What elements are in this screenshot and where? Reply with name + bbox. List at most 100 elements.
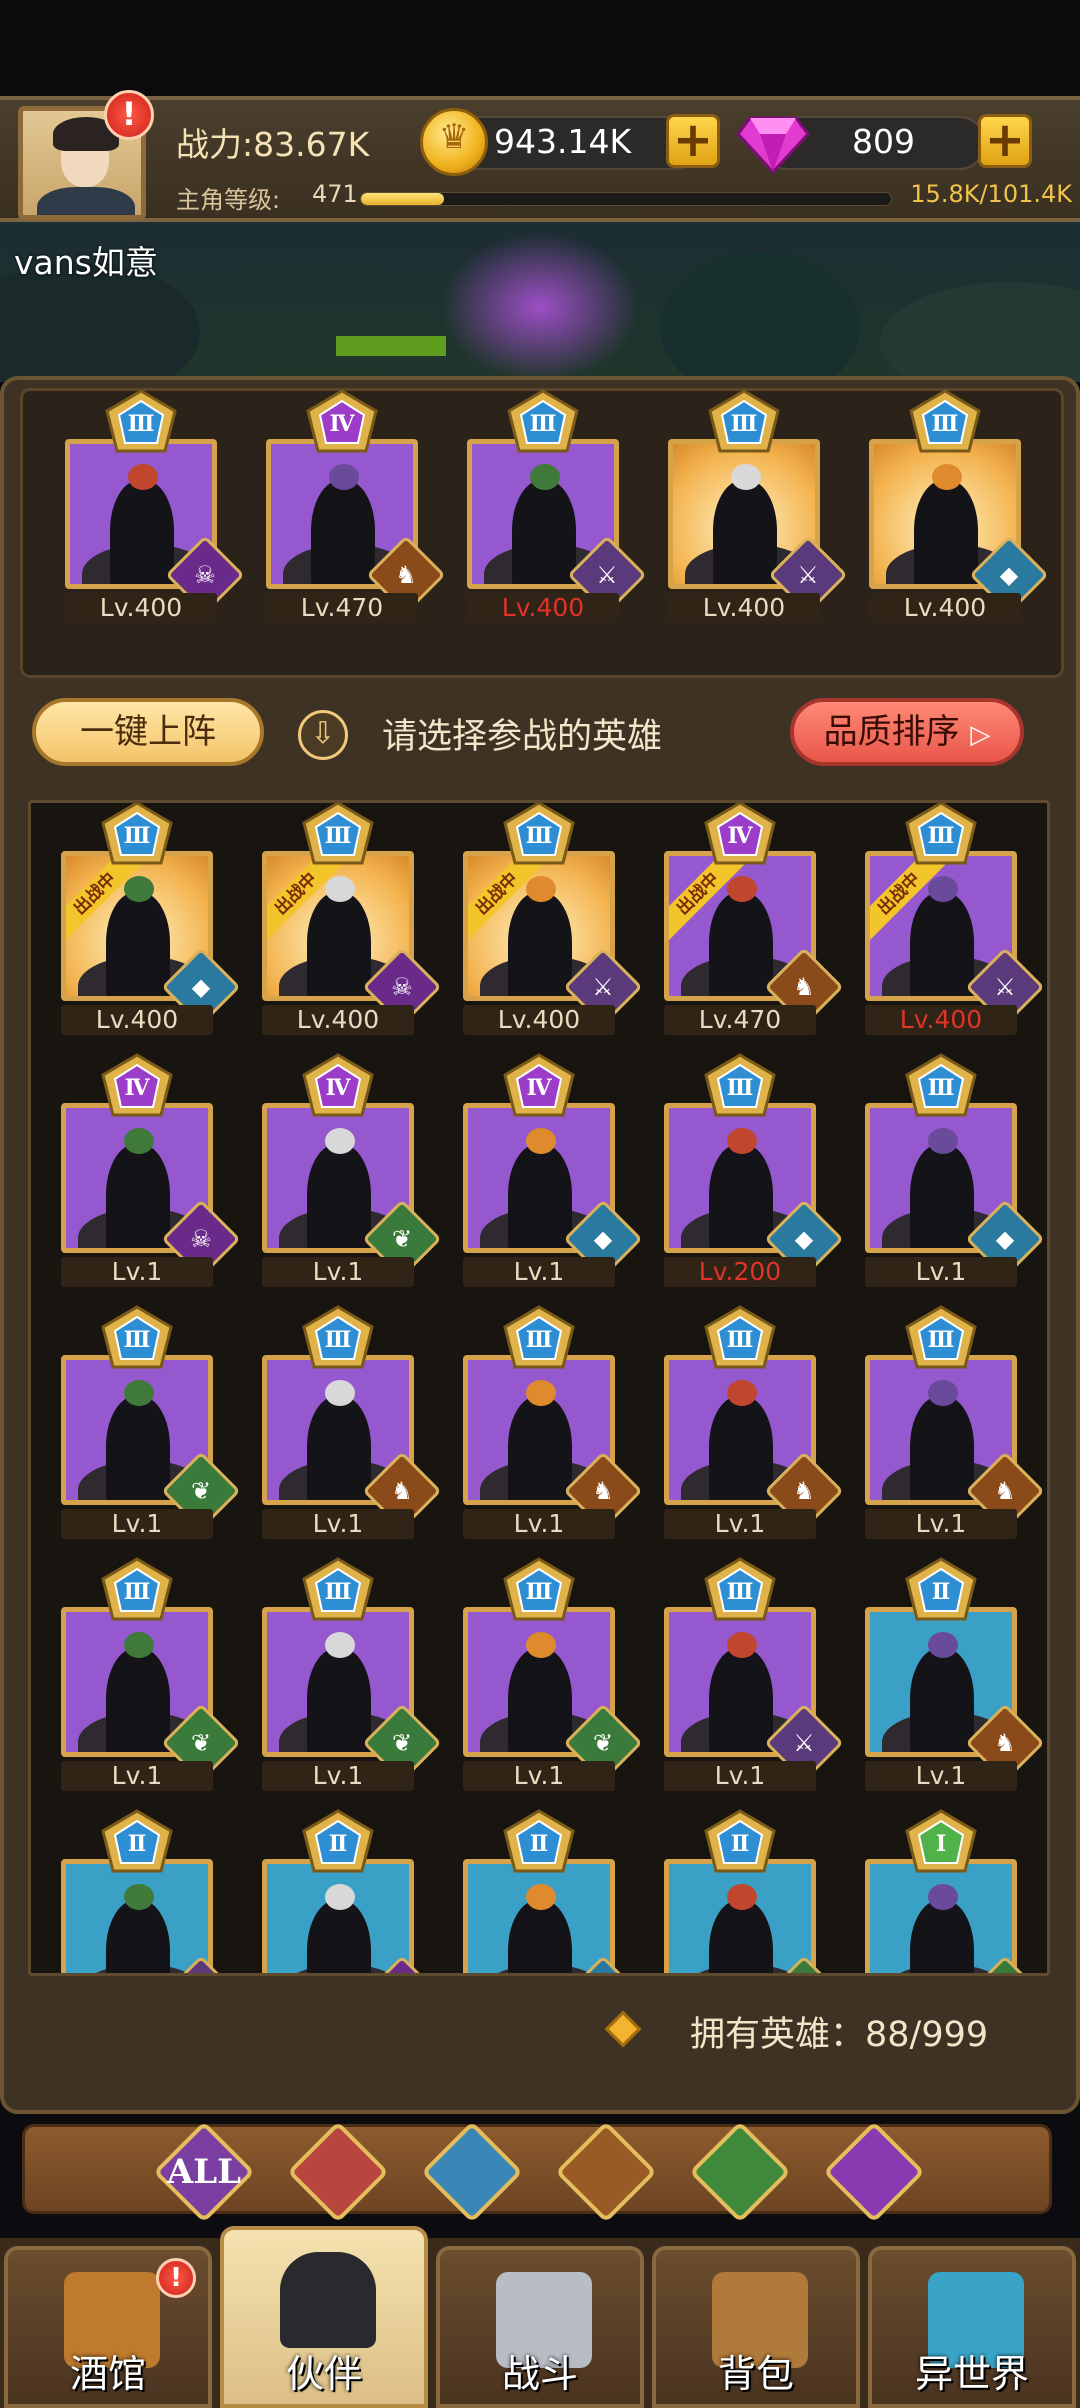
tier-numeral: Ⅲ [726, 1327, 754, 1353]
roster-hero-card[interactable]: Ⅱ☠ [260, 1809, 442, 1973]
hero-level: Lv.1 [61, 1509, 213, 1539]
filter-naga-button[interactable] [421, 2121, 523, 2223]
hero-figure [914, 480, 978, 584]
hero-figure [508, 1900, 572, 1973]
roster-hero-card[interactable]: Ⅲ ♞ Lv.1 [662, 1305, 844, 1541]
filter-beast-button[interactable] [555, 2121, 657, 2223]
roster-hero-card[interactable]: Ⅱ◆ [461, 1809, 643, 1973]
avatar-alert-icon: ! [104, 90, 154, 140]
roster-hero-card[interactable]: 出战中 Ⅲ ⚔ Lv.400 [461, 803, 643, 1037]
scene-tree [660, 252, 860, 382]
auto-lineup-button[interactable]: 一键上阵 [32, 698, 264, 766]
roster-hero-card[interactable]: Ⅲ ♞ Lv.1 [260, 1305, 442, 1541]
hero-accent [928, 1632, 958, 1658]
roster-hero-card[interactable]: Ⅱ⚔ [59, 1809, 241, 1973]
demon-faction-icon [823, 2121, 925, 2223]
roster-hero-card[interactable]: Ⅲ ❦ Lv.1 [59, 1305, 241, 1541]
roster-hero-card[interactable]: Ⅰ❦ [863, 1809, 1045, 1973]
roster-hero-card[interactable]: Ⅲ ⚔ Lv.1 [662, 1557, 844, 1793]
roster-hero-card[interactable]: Ⅲ ♞ Lv.1 [863, 1305, 1045, 1541]
game-screen: ! 战力:83.67K 主角等级: 471 15.8K/101.4K 943.1… [0, 0, 1080, 2408]
hero-accent [124, 876, 154, 902]
hero-figure [307, 1144, 371, 1248]
nav-tab-0[interactable]: 酒馆! [4, 2246, 212, 2408]
roster-hero-card[interactable]: 出战中 Ⅲ ◆ Lv.400 [59, 803, 241, 1037]
player-name: vans如意 [14, 243, 158, 282]
roster-hero-card[interactable]: Ⅱ ♞ Lv.1 [863, 1557, 1045, 1793]
hero-level: Lv.1 [664, 1509, 816, 1539]
roster-hero-card[interactable]: Ⅲ ◆ Lv.1 [863, 1053, 1045, 1289]
scene-tree [880, 282, 1080, 382]
hero-figure [910, 1144, 974, 1248]
hero-level: Lv.400 [463, 1005, 615, 1035]
level-label: 主角等级: [176, 186, 281, 214]
roster-hero-card[interactable]: Ⅳ ❦ Lv.1 [260, 1053, 442, 1289]
tier-numeral: Ⅲ [123, 1579, 151, 1605]
roster-hero-card[interactable]: 出战中 Ⅲ ☠ Lv.400 [260, 803, 442, 1037]
hero-accent [325, 876, 355, 902]
tier-numeral: Ⅲ [324, 823, 352, 849]
roster-hero-card[interactable]: Ⅲ ♞ Lv.1 [461, 1305, 643, 1541]
tier-numeral: Ⅲ [726, 1579, 754, 1605]
add-gem-button[interactable]: + [978, 114, 1032, 168]
tier-numeral: Ⅲ [123, 823, 151, 849]
roster-hero-card[interactable]: Ⅳ ◆ Lv.1 [461, 1053, 643, 1289]
roster-hero-card[interactable]: Ⅱ❦ [662, 1809, 844, 1973]
gold-coin-icon [420, 108, 488, 176]
tier-numeral: Ⅲ [927, 1327, 955, 1353]
nav-tab-label: 酒馆 [69, 2352, 146, 2396]
quality-sort-button[interactable]: 品质排序 ▷ [790, 698, 1024, 766]
nav-tab-1[interactable]: 伙伴 [220, 2226, 428, 2408]
hero-accent [325, 1128, 355, 1154]
tier-numeral: Ⅱ [529, 1831, 549, 1857]
hero-figure [709, 892, 773, 996]
filter-elf-button[interactable] [689, 2121, 791, 2223]
hero-accent [727, 1380, 757, 1406]
scene-hp-bar [336, 336, 446, 356]
hero-figure [311, 480, 375, 584]
hero-figure [110, 480, 174, 584]
roster-hero-card[interactable]: Ⅲ ❦ Lv.1 [59, 1557, 241, 1793]
hero-level: Lv.400 [865, 1005, 1017, 1035]
hero-figure [713, 480, 777, 584]
lineup-hero-card[interactable]: Ⅳ ♞ Lv.470 [264, 389, 446, 625]
hero-accent [727, 1632, 757, 1658]
hero-level: Lv.1 [463, 1509, 615, 1539]
add-gold-button[interactable]: + [666, 114, 720, 168]
owned-heroes: 拥有英雄：88/999 [690, 2006, 988, 2057]
roster-hero-card[interactable]: Ⅳ ☠ Lv.1 [59, 1053, 241, 1289]
hero-grid[interactable]: 出战中 Ⅲ ◆ Lv.400 出战中 Ⅲ ☠ Lv.400 出战中 Ⅲ ⚔ Lv.400 出战中 Ⅳ ♞ Lv… [28, 800, 1050, 1976]
nav-tab-label: 异世界 [914, 2352, 1029, 2396]
lineup-hero-card[interactable]: Ⅲ ◆ Lv.400 [867, 389, 1049, 625]
roster-hero-card[interactable]: Ⅲ ◆ Lv.200 [662, 1053, 844, 1289]
hero-accent [530, 464, 560, 490]
hero-level: Lv.470 [664, 1005, 816, 1035]
tier-numeral: Ⅲ [525, 1579, 553, 1605]
hero-level: Lv.400 [869, 593, 1021, 623]
filter-all-button[interactable]: ALL [153, 2121, 255, 2223]
roster-hero-card[interactable]: 出战中 Ⅲ ⚔ Lv.400 [863, 803, 1045, 1037]
hero-figure [508, 1648, 572, 1752]
xp-text: 15.8K/101.4K [910, 180, 1072, 208]
nav-tab-4[interactable]: 异世界 [868, 2246, 1076, 2408]
tab-alert-icon: ! [156, 2258, 196, 2298]
roster-hero-card[interactable]: Ⅲ ❦ Lv.1 [461, 1557, 643, 1793]
filter-demon-button[interactable] [823, 2121, 925, 2223]
tier-numeral: Ⅰ [935, 1831, 947, 1857]
lineup-hero-card[interactable]: Ⅲ ⚔ Lv.400 [465, 389, 647, 625]
filter-human-button[interactable] [287, 2121, 389, 2223]
nav-tab-3[interactable]: 背包 [652, 2246, 860, 2408]
human-faction-icon [287, 2121, 389, 2223]
beast-faction-icon [555, 2121, 657, 2223]
lineup-hero-card[interactable]: Ⅲ ⚔ Lv.400 [666, 389, 848, 625]
nav-tab-label: 背包 [717, 2352, 794, 2396]
lineup-hero-card[interactable]: Ⅲ ☠ Lv.400 [63, 389, 245, 625]
elf-faction-icon [689, 2121, 791, 2223]
hero-accent [124, 1128, 154, 1154]
roster-hero-card[interactable]: 出战中 Ⅳ ♞ Lv.470 [662, 803, 844, 1037]
arrow-down-icon: ⇩ [298, 710, 348, 760]
hero-accent [124, 1380, 154, 1406]
select-hero-prompt: 请选择参战的英雄 [382, 717, 663, 757]
nav-tab-2[interactable]: 战斗 [436, 2246, 644, 2408]
roster-hero-card[interactable]: Ⅲ ❦ Lv.1 [260, 1557, 442, 1793]
